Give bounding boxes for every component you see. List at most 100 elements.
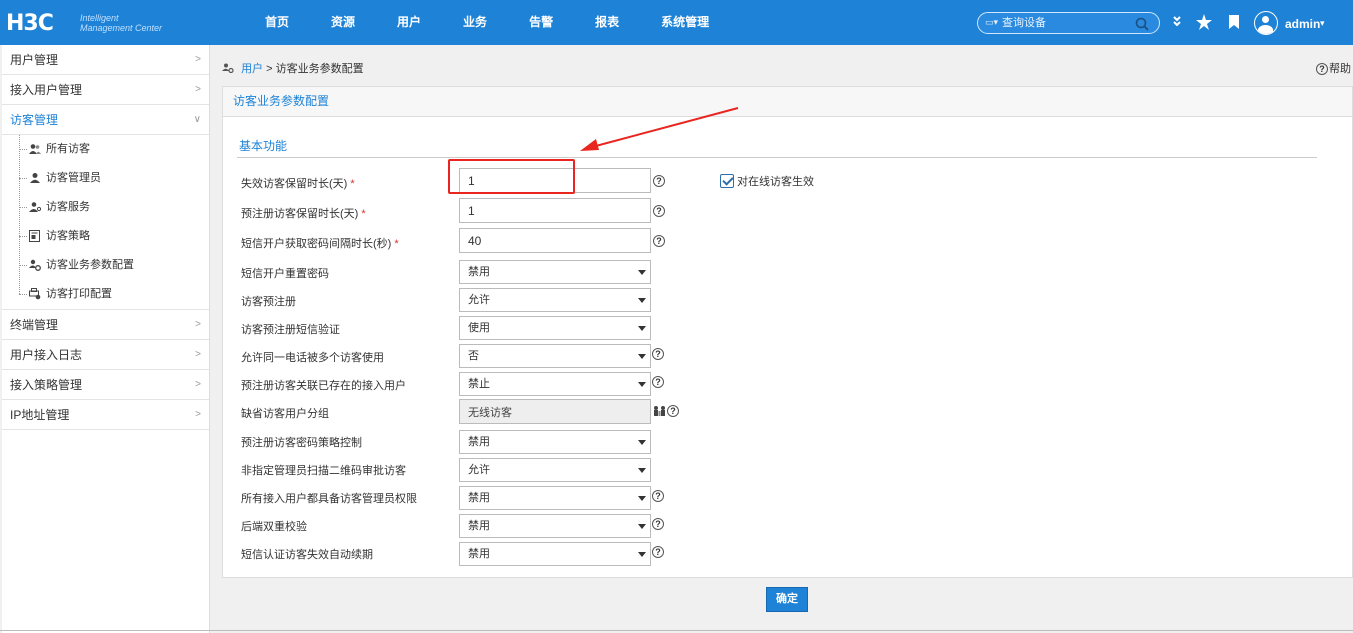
help-icon[interactable]: ?	[667, 405, 679, 417]
logo-sub-line2: Management Center	[80, 23, 163, 33]
prereg-password-policy-select[interactable]: 禁用	[459, 430, 651, 454]
prereg-link-user-select[interactable]: 禁止	[459, 372, 651, 396]
help-icon[interactable]: ?	[652, 348, 664, 360]
sidebar-group-access-user[interactable]: 接入用户管理 >	[2, 75, 209, 105]
sms-auto-renew-select[interactable]: 禁用	[459, 542, 651, 566]
select-value: 禁用	[468, 436, 490, 448]
nav-system[interactable]: 系统管理	[640, 0, 730, 45]
nav-alarms[interactable]: 告警	[508, 0, 574, 45]
help-icon[interactable]: ?	[653, 175, 665, 187]
select-value: 禁止	[468, 378, 490, 390]
sidebar-item-all-guests[interactable]: 所有访客	[2, 135, 209, 164]
checkbox-checked-icon[interactable]	[720, 174, 734, 188]
search-scope-icon[interactable]: ▭▾	[985, 17, 998, 28]
prereg-sms-verify-select[interactable]: 使用	[459, 316, 651, 340]
chevron-right-icon: >	[195, 409, 201, 420]
select-value: 允许	[468, 294, 490, 306]
sidebar-item-guest-admins[interactable]: 访客管理员	[2, 164, 209, 193]
field-label-prereg-sms-verify: 访客预注册短信验证	[241, 324, 340, 336]
sidebar-group-access-policy[interactable]: 接入策略管理 >	[2, 370, 209, 400]
help-icon[interactable]: ?	[653, 235, 665, 247]
logo-subtitle: Intelligent Management Center	[80, 13, 162, 33]
dropdown-arrow-icon	[638, 354, 646, 359]
nav-resources[interactable]: 资源	[310, 0, 376, 45]
nav-users[interactable]: 用户	[376, 0, 442, 45]
field-label-sms-interval: 短信开户获取密码间隔时长(秒) *	[241, 235, 399, 251]
all-users-admin-select[interactable]: 禁用	[459, 486, 651, 510]
dropdown-arrow-icon	[638, 382, 646, 387]
sidebar-group-label: 终端管理	[10, 318, 59, 332]
help-icon[interactable]: ?	[652, 546, 664, 558]
guest-prereg-select[interactable]: 允许	[459, 288, 651, 312]
shared-phone-select[interactable]: 否	[459, 344, 651, 368]
sidebar-group-label: 接入用户管理	[10, 83, 83, 97]
dropdown-arrow-icon	[638, 326, 646, 331]
sms-reset-password-select[interactable]: 禁用	[459, 260, 651, 284]
sidebar-group-user-mgmt[interactable]: 用户管理 >	[2, 45, 209, 75]
sidebar-item-label: 访客管理员	[46, 172, 101, 184]
select-group-icon[interactable]	[653, 405, 667, 417]
help-icon[interactable]: ?	[652, 490, 664, 502]
sidebar-group-label: 用户管理	[10, 53, 59, 67]
chevron-right-icon: >	[195, 379, 201, 390]
sidebar-group-ip[interactable]: IP地址管理 >	[2, 400, 209, 430]
select-value: 允许	[468, 464, 490, 476]
expand-icon[interactable]	[1171, 12, 1183, 36]
logo-sub-line1: Intelligent	[80, 13, 119, 23]
sidebar-item-guest-print[interactable]: 访客打印配置	[2, 280, 209, 309]
user-avatar-icon[interactable]	[1254, 11, 1278, 35]
favorite-star-icon[interactable]	[1196, 12, 1212, 36]
field-label-shared-phone: 允许同一电话被多个访客使用	[241, 352, 384, 364]
sidebar-item-guest-policy[interactable]: 访客策略	[2, 222, 209, 251]
prereg-retention-input[interactable]	[459, 198, 651, 223]
sidebar-item-label: 所有访客	[46, 143, 90, 155]
nav-home[interactable]: 首页	[244, 0, 310, 45]
sidebar-group-access-log[interactable]: 用户接入日志 >	[2, 340, 209, 370]
sidebar-item-guest-params[interactable]: 访客业务参数配置	[2, 251, 209, 280]
nav-services[interactable]: 业务	[442, 0, 508, 45]
select-value: 禁用	[468, 548, 490, 560]
user-settings-icon	[29, 259, 41, 271]
chevron-right-icon: >	[195, 84, 201, 95]
bookmark-icon[interactable]	[1228, 12, 1240, 36]
sidebar-item-label: 访客服务	[46, 201, 90, 213]
username[interactable]: admin	[1285, 17, 1320, 31]
sidebar-group-label: IP地址管理	[10, 408, 70, 422]
backend-double-check-select[interactable]: 禁用	[459, 514, 651, 538]
user-settings-icon	[222, 63, 234, 73]
sms-interval-input[interactable]	[459, 228, 651, 253]
select-value: 禁用	[468, 266, 490, 278]
users-icon	[29, 144, 41, 154]
label-text: 短信开户获取密码间隔时长(秒)	[241, 238, 392, 250]
help-link[interactable]: ? 帮助	[1316, 60, 1351, 76]
sidebar-group-terminal[interactable]: 终端管理 >	[2, 310, 209, 340]
sidebar-group-guest[interactable]: 访客管理 ∨	[2, 105, 209, 135]
top-navbar: H3C Intelligent Management Center 首页 资源 …	[0, 0, 1353, 45]
device-search-input[interactable]	[1002, 15, 1122, 31]
label-text: 预注册访客保留时长(天)	[241, 208, 359, 220]
chevron-right-icon: >	[195, 319, 201, 330]
help-icon[interactable]: ?	[653, 205, 665, 217]
sidebar-group-label: 用户接入日志	[10, 348, 83, 362]
required-mark: *	[361, 208, 366, 220]
sidebar-item-guest-service[interactable]: 访客服务	[2, 193, 209, 222]
select-value: 使用	[468, 322, 490, 334]
main-nav: 首页 资源 用户 业务 告警 报表 系统管理	[244, 0, 730, 45]
ok-button[interactable]: 确定	[766, 587, 808, 612]
policy-icon	[29, 230, 40, 242]
default-group-input	[459, 399, 651, 424]
breadcrumb-link-users[interactable]: 用户	[241, 63, 263, 75]
sidebar-item-label: 访客打印配置	[46, 288, 112, 300]
dropdown-arrow-icon	[638, 298, 646, 303]
apply-online-guests-checkbox[interactable]: 对在线访客生效	[720, 173, 814, 189]
qr-approval-select[interactable]: 允许	[459, 458, 651, 482]
search-icon[interactable]	[1135, 14, 1149, 37]
help-icon[interactable]: ?	[652, 376, 664, 388]
help-icon[interactable]: ?	[652, 518, 664, 530]
dropdown-arrow-icon	[638, 270, 646, 275]
sidebar: 用户管理 > 接入用户管理 > 访客管理 ∨ 所有访客 访客管理员 访客服务 访…	[2, 45, 210, 633]
panel-title: 访客业务参数配置	[223, 87, 1352, 117]
sidebar-item-label: 访客策略	[46, 230, 90, 242]
nav-reports[interactable]: 报表	[574, 0, 640, 45]
user-menu-caret-icon[interactable]: ▾	[1320, 18, 1325, 29]
